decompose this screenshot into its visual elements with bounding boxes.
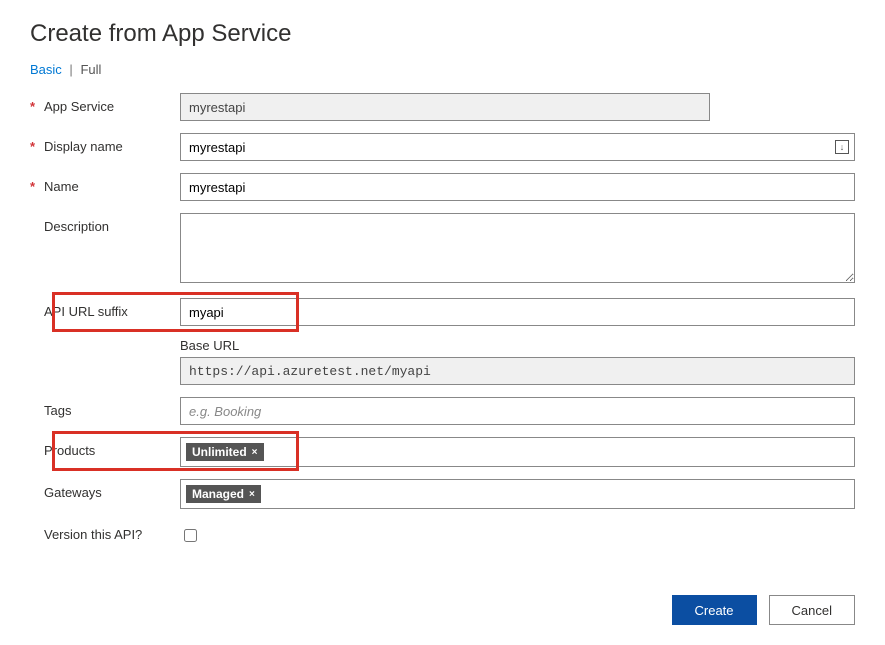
label-products: Products xyxy=(44,443,95,458)
tab-separator: | xyxy=(69,62,72,77)
gateways-chip: Managed × xyxy=(185,484,262,504)
cancel-button[interactable]: Cancel xyxy=(769,595,855,625)
label-tags: Tags xyxy=(44,403,71,418)
gateways-chip-label: Managed xyxy=(192,487,244,501)
page-title: Create from App Service xyxy=(30,20,855,48)
tab-full[interactable]: Full xyxy=(80,62,101,77)
footer-buttons: Create Cancel xyxy=(30,595,855,625)
label-app-service: App Service xyxy=(44,99,114,114)
create-button[interactable]: Create xyxy=(672,595,757,625)
save-icon[interactable]: ↓ xyxy=(835,140,849,154)
tab-basic[interactable]: Basic xyxy=(30,62,62,77)
close-icon[interactable]: × xyxy=(249,489,255,500)
label-name: Name xyxy=(44,179,79,194)
required-marker: * xyxy=(30,139,44,154)
label-base-url: Base URL xyxy=(180,338,855,353)
label-gateways: Gateways xyxy=(44,485,102,500)
app-service-input[interactable] xyxy=(180,93,710,121)
label-description: Description xyxy=(44,219,109,234)
close-icon[interactable]: × xyxy=(252,447,258,458)
description-textarea[interactable] xyxy=(180,213,855,283)
version-checkbox[interactable] xyxy=(184,529,197,542)
required-marker: * xyxy=(30,179,44,194)
products-chip: Unlimited × xyxy=(185,442,265,462)
tabs: Basic | Full xyxy=(30,62,855,77)
create-form: * App Service * Display name ↓ * Name De xyxy=(30,93,855,545)
required-marker: * xyxy=(30,99,44,114)
gateways-input[interactable]: Managed × xyxy=(180,479,855,509)
display-name-input[interactable] xyxy=(180,133,855,161)
base-url-input xyxy=(180,357,855,385)
tags-input[interactable] xyxy=(180,397,855,425)
products-chip-label: Unlimited xyxy=(192,445,247,459)
label-api-url-suffix: API URL suffix xyxy=(44,304,128,319)
label-version: Version this API? xyxy=(44,527,142,542)
api-url-suffix-input[interactable] xyxy=(180,298,855,326)
name-input[interactable] xyxy=(180,173,855,201)
products-input[interactable]: Unlimited × xyxy=(180,437,855,467)
label-display-name: Display name xyxy=(44,139,123,154)
